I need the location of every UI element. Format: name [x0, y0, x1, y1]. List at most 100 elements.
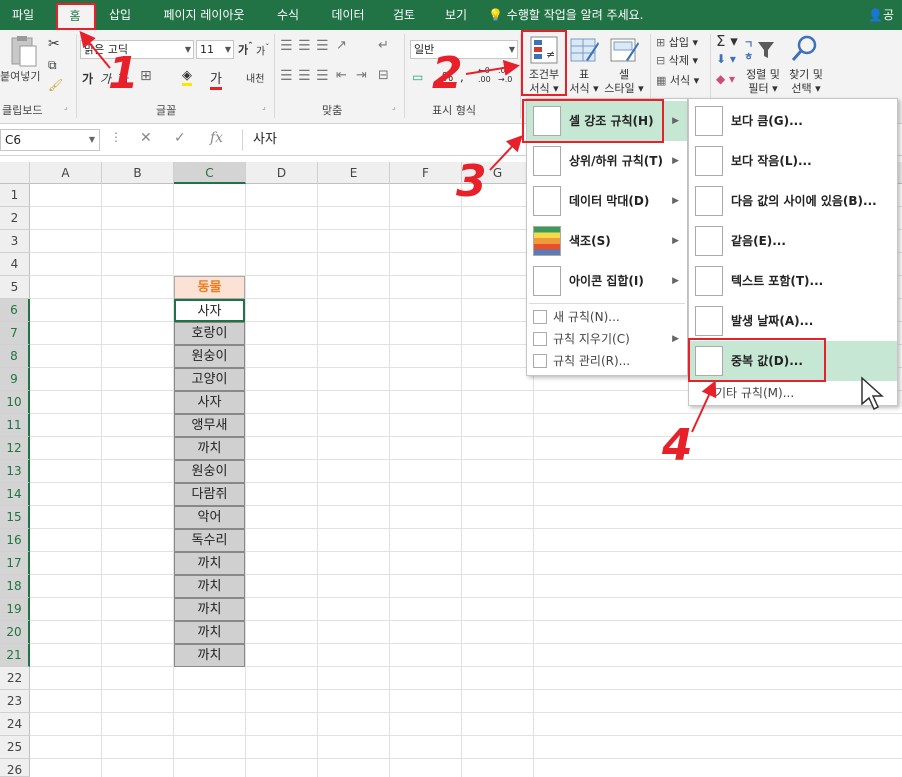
currency-icon[interactable]: ▭ [412, 70, 423, 84]
header-cell-animal[interactable]: 동물 [174, 276, 245, 299]
row-header[interactable]: 14 [0, 483, 30, 506]
row-header[interactable]: 17 [0, 552, 30, 575]
row-header[interactable]: 3 [0, 230, 30, 253]
row-header[interactable]: 6 [0, 299, 30, 322]
row-header[interactable]: 20 [0, 621, 30, 644]
submenu-item-greater-than[interactable]: 보다 큼(G)... [689, 101, 897, 141]
enter-icon[interactable]: ✓ [174, 130, 186, 146]
align-bottom-icon[interactable]: ☰ [316, 38, 329, 54]
name-box[interactable]: C6 ▼ [0, 129, 100, 151]
autosum-icon[interactable]: Σ ▾ [716, 32, 738, 50]
select-all-corner[interactable] [0, 162, 30, 184]
data-cell[interactable]: 원숭이 [174, 460, 245, 483]
clear-icon[interactable]: ◆ ▾ [716, 72, 735, 86]
data-cell[interactable]: 원숭이 [174, 345, 245, 368]
tab-formulas[interactable]: 수식 [266, 0, 310, 30]
decrease-decimal-icon[interactable]: .00 →.0 [498, 66, 512, 84]
submenu-item-between[interactable]: 다음 값의 사이에 있음(B)... [689, 181, 897, 221]
data-cell[interactable]: 독수리 [174, 529, 245, 552]
row-header[interactable]: 10 [0, 391, 30, 414]
cancel-icon[interactable]: ✕ [140, 130, 152, 146]
insert-function-icon[interactable]: fx [210, 130, 223, 146]
data-cell[interactable]: 호랑이 [174, 322, 245, 345]
cell-styles-icon[interactable] [608, 34, 640, 66]
menu-item-new-rule[interactable]: 새 규칙(N)... [527, 305, 687, 329]
grow-font-icon[interactable]: 가ˆ [238, 41, 253, 58]
tab-data[interactable]: 데이터 [322, 0, 374, 30]
data-cell[interactable]: 악어 [174, 506, 245, 529]
wrap-text-icon[interactable]: ↵ [378, 38, 389, 53]
menu-item-clear-rules[interactable]: 규칙 지우기(C) ▶ [527, 327, 687, 351]
menu-item-data-bars[interactable]: 데이터 막대(D) ▶ [527, 181, 687, 221]
submenu-item-equal-to[interactable]: 같음(E)... [689, 221, 897, 261]
tab-file[interactable]: 파일 [4, 0, 42, 30]
format-as-table-button[interactable]: 표 서식 ▾ [564, 68, 604, 96]
paste-icon[interactable] [6, 34, 40, 68]
insert-cells-button[interactable]: ⊞ 삽입 ▾ [656, 34, 698, 50]
column-header-c[interactable]: C [174, 162, 246, 184]
column-header-d[interactable]: D [246, 162, 318, 184]
indent-increase-icon[interactable]: ⇥ [356, 68, 367, 83]
copy-icon[interactable]: ⧉ [48, 58, 57, 73]
tab-page-layout[interactable]: 페이지 레이아웃 [152, 0, 256, 30]
align-center-icon[interactable]: ☰ [298, 68, 311, 84]
row-header[interactable]: 2 [0, 207, 30, 230]
align-left-icon[interactable]: ☰ [280, 68, 293, 84]
align-right-icon[interactable]: ☰ [316, 68, 329, 84]
column-header-f[interactable]: F [390, 162, 462, 184]
data-cell[interactable]: 까치 [174, 552, 245, 575]
row-header[interactable]: 24 [0, 713, 30, 736]
tab-insert[interactable]: 삽입 [100, 0, 140, 30]
shrink-font-icon[interactable]: 가ˇ [256, 42, 269, 57]
orientation-icon[interactable]: ↗ [336, 38, 347, 53]
phonetic-icon[interactable]: 내천 [246, 70, 264, 85]
row-header[interactable]: 4 [0, 253, 30, 276]
tell-me-box[interactable]: 💡 수행할 작업을 알려 주세요. [488, 0, 643, 30]
menu-item-icon-sets[interactable]: 아이콘 집합(I) ▶ [527, 261, 687, 301]
format-as-table-icon[interactable] [568, 34, 600, 66]
data-cell[interactable]: 고양이 [174, 368, 245, 391]
menu-item-manage-rules[interactable]: 규칙 관리(R)... [527, 349, 687, 373]
data-cell[interactable]: 앵무새 [174, 414, 245, 437]
format-painter-icon[interactable]: 🖌 [48, 78, 63, 92]
fill-color-icon[interactable]: ◈ [182, 68, 192, 86]
delete-cells-button[interactable]: ⊟ 삭제 ▾ [656, 52, 698, 68]
indent-decrease-icon[interactable]: ⇤ [336, 68, 347, 83]
bold-icon[interactable]: 가 [82, 70, 93, 87]
submenu-item-text-contains[interactable]: 텍스트 포함(T)... [689, 261, 897, 301]
cell-styles-button[interactable]: 셀 스타일 ▾ [600, 68, 648, 96]
column-header-b[interactable]: B [102, 162, 174, 184]
sort-filter-icon[interactable]: ㄱ ㅎ [744, 36, 780, 64]
row-header[interactable]: 12 [0, 437, 30, 460]
row-header[interactable]: 8 [0, 345, 30, 368]
find-select-button[interactable]: 찾기 및 선택 ▾ [784, 68, 828, 96]
data-cell[interactable]: 까치 [174, 575, 245, 598]
row-header[interactable]: 22 [0, 667, 30, 690]
paste-button-label[interactable]: 붙여넣기 [0, 68, 40, 84]
font-size-combo[interactable]: 11 ▼ [196, 40, 234, 59]
submenu-item-less-than[interactable]: 보다 작음(L)... [689, 141, 897, 181]
increase-decimal-icon[interactable]: ←0.00 [478, 66, 491, 84]
row-header[interactable]: 5 [0, 276, 30, 299]
row-header[interactable]: 23 [0, 690, 30, 713]
merge-center-icon[interactable]: ⊟ [378, 68, 389, 83]
row-header[interactable]: 18 [0, 575, 30, 598]
row-header[interactable]: 15 [0, 506, 30, 529]
fill-icon[interactable]: ⬇ ▾ [716, 52, 736, 66]
row-header[interactable]: 21 [0, 644, 30, 667]
menu-item-color-scales[interactable]: 색조(S) ▶ [527, 221, 687, 261]
format-cells-button[interactable]: ▦ 서식 ▾ [656, 72, 699, 88]
submenu-item-date-occurring[interactable]: 발생 날짜(A)... [689, 301, 897, 341]
font-color-icon[interactable]: 가 [210, 68, 222, 90]
dialog-launcher-icon[interactable]: ⌟ [64, 102, 68, 111]
row-header[interactable]: 16 [0, 529, 30, 552]
border-icon[interactable]: ⊞ [140, 68, 152, 84]
data-cell[interactable]: 사자 [174, 391, 245, 414]
row-header[interactable]: 26 [0, 759, 30, 777]
column-header-e[interactable]: E [318, 162, 390, 184]
row-header[interactable]: 25 [0, 736, 30, 759]
data-cell[interactable]: 다람쥐 [174, 483, 245, 506]
number-format-combo[interactable]: 일반 ▼ [410, 40, 518, 59]
align-middle-icon[interactable]: ☰ [298, 38, 311, 54]
row-header[interactable]: 19 [0, 598, 30, 621]
